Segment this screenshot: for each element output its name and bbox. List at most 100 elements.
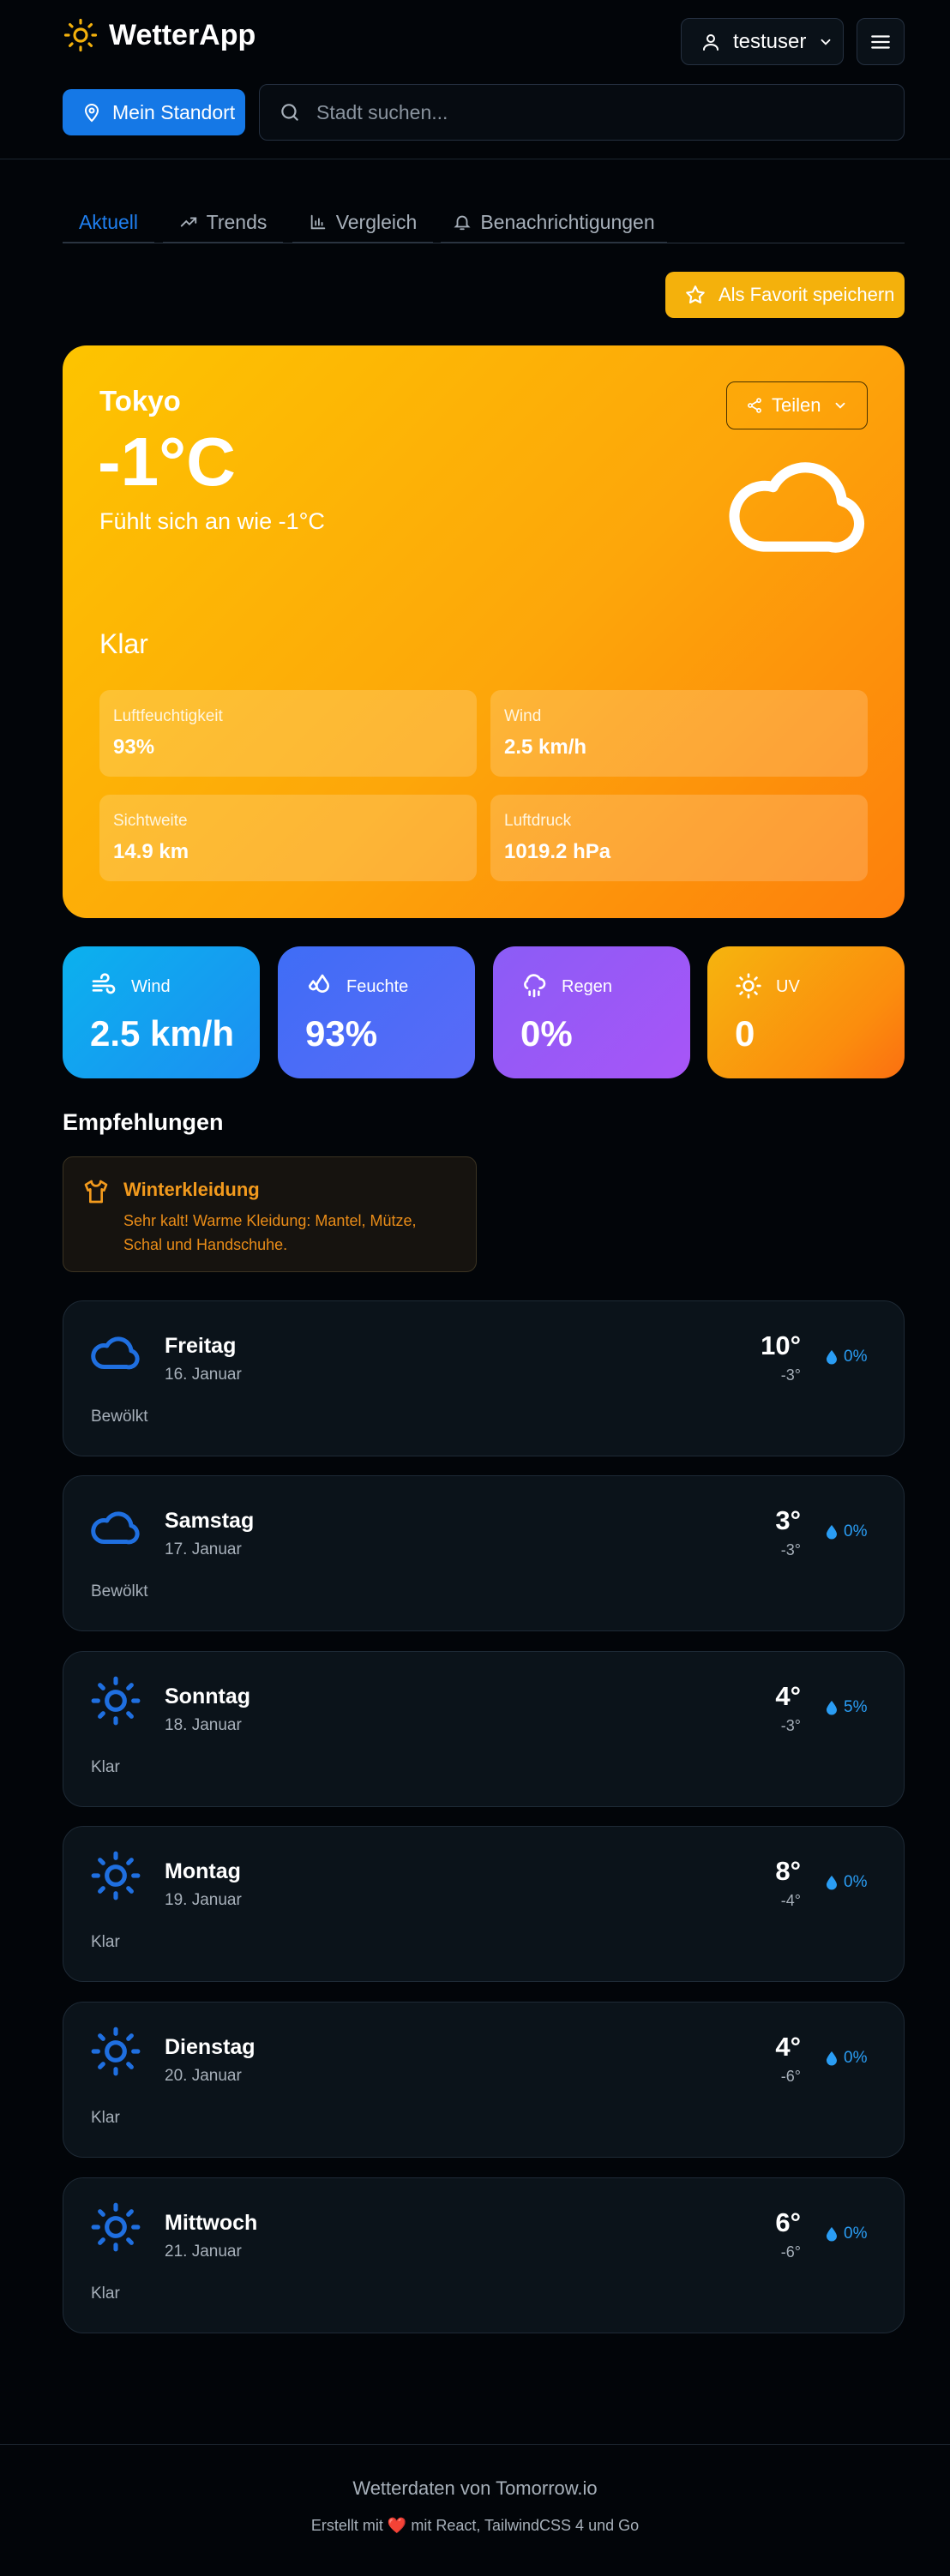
my-location-button[interactable]: Mein Standort [63, 89, 245, 135]
current-temperature: -1°C [98, 423, 236, 500]
share-icon [748, 398, 761, 413]
forecast-day-card[interactable]: Sonntag 18. Januar 4° -3° 5% Klar [63, 1651, 905, 1807]
forecast-rain: 0% [825, 2225, 867, 2243]
user-menu-button[interactable]: testuser [681, 18, 844, 65]
forecast-date: 19. Januar [165, 1891, 242, 1909]
stat-value: 1019.2 hPa [504, 840, 611, 863]
sun-icon [91, 2202, 141, 2252]
forecast-low: -6° [780, 2068, 801, 2085]
forecast-day-name: Dienstag [165, 2035, 256, 2059]
forecast-day-card[interactable]: Samstag 17. Januar 3° -3° 0% Bewölkt [63, 1475, 905, 1631]
bar-chart-icon [310, 214, 325, 230]
recommendation-title: Winterkleidung [123, 1179, 260, 1200]
app-logo[interactable]: WetterApp [63, 17, 256, 53]
tile-wind: Wind 2.5 km/h [63, 946, 260, 1078]
tile-value: 0% [520, 1013, 573, 1054]
save-favorite-label: Als Favorit speichern [719, 284, 895, 305]
tile-rain: Regen 0% [493, 946, 690, 1078]
tab-label: Trends [206, 210, 268, 233]
forecast-low: -3° [780, 1541, 801, 1558]
droplet-icon [827, 1876, 837, 1890]
footer-source: Wetterdaten von Tomorrow.io [352, 2477, 598, 2499]
tile-label: UV [776, 977, 800, 996]
trending-up-icon [180, 217, 196, 227]
stat-label: Wind [504, 707, 542, 725]
search-icon [281, 104, 298, 121]
sun-icon [91, 2027, 141, 2076]
forecast-rain: 0% [825, 2049, 867, 2068]
forecast-day-card[interactable]: Freitag 16. Januar 10° -3° 0% Bewölkt [63, 1300, 905, 1456]
tab-bar: Aktuell Trends Vergleich Benachrichtigun… [63, 202, 905, 243]
my-location-label: Mein Standort [112, 100, 236, 123]
tab-label: Benachrichtigungen [480, 210, 655, 233]
tab-benachrichtigungen[interactable]: Benachrichtigungen [441, 202, 667, 243]
footer: Wetterdaten von Tomorrow.io Erstellt mit… [0, 2444, 950, 2576]
cloud-icon [91, 1336, 140, 1370]
save-favorite-button[interactable]: Als Favorit speichern [665, 272, 905, 318]
cloud-rain-icon [524, 974, 546, 998]
bell-icon [454, 215, 471, 231]
menu-icon [871, 34, 890, 49]
forecast-low: -3° [780, 1366, 801, 1384]
sun-icon [91, 1851, 141, 1900]
username: testuser [733, 29, 807, 53]
forecast-condition: Klar [91, 2285, 120, 2303]
cloud-icon [729, 462, 864, 553]
tab-label: Aktuell [78, 210, 139, 233]
app-title: WetterApp [109, 18, 256, 51]
forecast-rain-value: 0% [844, 2225, 868, 2243]
stat-value: 14.9 km [113, 840, 189, 863]
droplet-icon [827, 1701, 837, 1715]
shirt-icon [84, 1180, 108, 1204]
forecast-day-name: Sonntag [165, 1684, 250, 1708]
forecast-low: -6° [780, 2243, 801, 2261]
stat-visibility: Sichtweite 14.9 km [99, 795, 477, 881]
forecast-day-name: Samstag [165, 1509, 255, 1533]
forecast-rain: 0% [825, 1348, 867, 1366]
footer-credit: Erstellt mit ❤️ mit React, TailwindCSS 4… [0, 2517, 950, 2535]
share-button[interactable]: Teilen [726, 381, 868, 429]
forecast-date: 21. Januar [165, 2243, 242, 2261]
recommendations-title: Empfehlungen [63, 1109, 224, 1135]
feels-like: Fühlt sich an wie -1°C [99, 508, 325, 534]
forecast-condition: Klar [91, 1758, 120, 1776]
forecast-rain-value: 0% [844, 1348, 868, 1366]
search-input[interactable] [316, 100, 865, 124]
share-label: Teilen [772, 394, 821, 416]
city-search[interactable] [259, 84, 905, 141]
heart-icon: ❤️ [387, 2517, 407, 2534]
tab-aktuell[interactable]: Aktuell [63, 202, 154, 243]
forecast-day-card[interactable]: Dienstag 20. Januar 4° -6° 0% Klar [63, 2002, 905, 2158]
tab-trends[interactable]: Trends [163, 202, 283, 243]
stat-wind: Wind 2.5 km/h [490, 690, 868, 777]
sun-icon [736, 973, 761, 999]
stat-pressure: Luftdruck 1019.2 hPa [490, 795, 868, 881]
tile-value: 2.5 km/h [90, 1013, 235, 1054]
hamburger-menu-button[interactable] [857, 18, 905, 65]
current-weather-card: Tokyo -1°C Fühlt sich an wie -1°C Teilen… [63, 345, 905, 918]
forecast-rain-value: 0% [844, 2049, 868, 2067]
user-icon [703, 33, 719, 51]
footer-credit-prefix: Erstellt mit [310, 2517, 383, 2534]
stat-label: Sichtweite [113, 812, 188, 830]
tile-humidity: Feuchte 93% [278, 946, 475, 1078]
forecast-rain-value: 0% [844, 1873, 868, 1891]
forecast-day-card[interactable]: Montag 19. Januar 8° -4° 0% Klar [63, 1826, 905, 1982]
forecast-date: 17. Januar [165, 1540, 242, 1558]
chevron-down-icon [821, 39, 831, 45]
tile-value: 93% [305, 1013, 378, 1054]
tile-label: Feuchte [346, 977, 409, 996]
cloud-icon [91, 1511, 140, 1545]
forecast-day-name: Freitag [165, 1334, 237, 1358]
forecast-day-card[interactable]: Mittwoch 21. Januar 6° -6° 0% Klar [63, 2177, 905, 2333]
stat-value: 2.5 km/h [504, 736, 587, 759]
sun-icon [91, 1676, 141, 1726]
tab-vergleich[interactable]: Vergleich [292, 202, 433, 243]
forecast-day-name: Montag [165, 1859, 241, 1883]
forecast-high: 4° [775, 2032, 801, 2062]
forecast-day-name: Mittwoch [165, 2211, 258, 2235]
tile-uv: UV 0 [707, 946, 905, 1078]
droplets-icon [309, 974, 329, 993]
forecast-date: 18. Januar [165, 1716, 242, 1734]
forecast-rain: 5% [825, 1698, 867, 1717]
